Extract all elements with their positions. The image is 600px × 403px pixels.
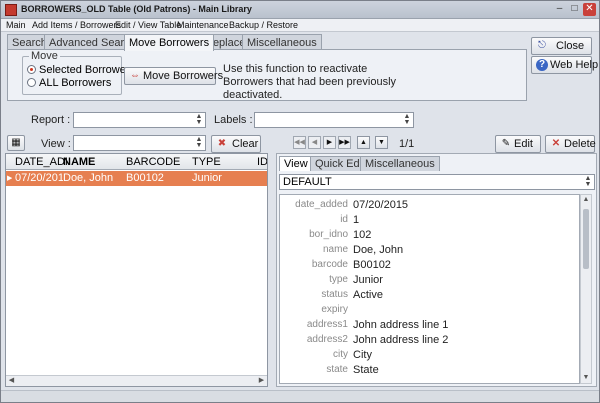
prev-record-button[interactable]: ◀ <box>308 136 321 149</box>
app-icon <box>5 4 17 16</box>
move-icon: ⇔ <box>130 70 140 81</box>
cell-name: Doe, John <box>63 172 114 184</box>
borrowers-grid: DATE_ADI NAME BARCODE TYPE ID ▶ 07/20/20… <box>5 153 268 387</box>
field-row: date_added 07/20/2015 <box>295 199 409 211</box>
column-header-type[interactable]: TYPE <box>192 156 252 168</box>
cell-date-added: 07/20/2015 <box>15 172 63 184</box>
move-group-label: Move <box>29 50 60 62</box>
first-record-button[interactable]: ◀◀ <box>293 136 306 149</box>
tab-miscellaneous[interactable]: Miscellaneous <box>242 34 322 50</box>
menu-edit-view[interactable]: Edit / View Table <box>115 20 181 30</box>
fields-vertical-scrollbar[interactable]: ▲ ▼ <box>580 194 592 384</box>
field-row: expiry <box>321 304 348 315</box>
layout-select[interactable]: DEFAULT ▲ ▼ <box>279 174 595 190</box>
field-row: address1 John address line 1 <box>306 319 449 331</box>
scroll-thumb[interactable] <box>583 209 589 269</box>
tab-detail-miscellaneous[interactable]: Miscellaneous <box>360 156 440 171</box>
exit-door-icon: ⎋ <box>538 40 546 51</box>
scroll-right-icon[interactable]: ▶ <box>256 376 267 386</box>
move-group: Move Selected Borrower ALL Borrowers <box>22 50 130 95</box>
move-borrowers-button[interactable]: ⇔ Move Borrowers <box>124 67 223 85</box>
field-row: id 1 <box>340 214 360 226</box>
updown-arrows-icon: ▲ ▼ <box>403 113 411 126</box>
row-pointer-icon: ▶ <box>7 175 13 182</box>
help-icon: ? <box>536 59 548 71</box>
scroll-down-icon[interactable]: ▼ <box>581 373 591 383</box>
menu-main[interactable]: Main <box>6 20 26 30</box>
report-select[interactable]: ▲ ▼ <box>73 112 206 128</box>
delete-button[interactable]: ✕ Delete <box>545 135 596 153</box>
tab-view[interactable]: View <box>279 156 313 171</box>
status-bar <box>1 390 599 402</box>
record-position: 1/1 <box>399 138 415 150</box>
cell-type: Junior <box>192 172 222 184</box>
field-row: city City <box>333 349 372 361</box>
labels-select[interactable]: ▲ ▼ <box>254 112 414 128</box>
edit-button[interactable]: ✎ Edit <box>495 135 541 153</box>
move-up-button[interactable]: ▲ <box>357 136 370 149</box>
delete-icon: ✕ <box>551 138 561 149</box>
edit-icon: ✎ <box>501 138 511 149</box>
last-record-button[interactable]: ▶▶ <box>338 136 351 149</box>
field-row: address2 John address line 2 <box>306 334 449 346</box>
maximize-icon[interactable]: □ <box>568 3 581 16</box>
radio-label: ALL Borrowers <box>39 77 112 89</box>
column-header-id[interactable]: ID <box>257 156 267 168</box>
record-detail-panel: View Quick Edit Miscellaneous DEFAULT ▲ ▼… <box>276 153 597 387</box>
cell-barcode: B00102 <box>126 172 164 184</box>
menu-add-items[interactable]: Add Items / Borrowers <box>32 20 121 30</box>
web-help-button[interactable]: ? Web Help <box>531 56 598 74</box>
updown-arrows-icon: ▲ ▼ <box>584 175 592 188</box>
view-select[interactable]: ▲ ▼ <box>73 135 206 151</box>
close-button[interactable]: ⎋ Close <box>531 37 592 55</box>
grid-header: DATE_ADI NAME BARCODE TYPE ID <box>6 154 267 170</box>
menu-bar: Main Add Items / Borrowers Edit / View T… <box>1 19 599 32</box>
window-title: BORROWERS_OLD Table (Old Patrons) - Main… <box>21 4 252 14</box>
updown-arrows-icon: ▲ ▼ <box>195 136 203 149</box>
close-window-icon[interactable]: ✕ <box>583 3 596 16</box>
move-description: Use this function to reactivate Borrower… <box>223 63 397 99</box>
tab-move-borrowers[interactable]: Move Borrowers <box>124 34 215 51</box>
clear-filter-icon: ✖ <box>217 138 227 149</box>
column-header-name[interactable]: NAME <box>63 156 123 168</box>
view-label: View : <box>41 138 71 150</box>
menu-backup[interactable]: Backup / Restore <box>229 20 298 30</box>
labels-label: Labels : <box>214 114 253 126</box>
field-row: bor_idno 102 <box>309 229 372 241</box>
column-header-date-added[interactable]: DATE_ADI <box>15 156 67 168</box>
field-row: barcode B00102 <box>311 259 391 271</box>
updown-arrows-icon: ▲ ▼ <box>195 113 203 126</box>
grid-horizontal-scrollbar[interactable]: ◀ ▶ <box>6 375 267 386</box>
move-down-button[interactable]: ▼ <box>375 136 388 149</box>
clear-button[interactable]: ✖ Clear <box>211 135 261 153</box>
next-record-button[interactable]: ▶ <box>323 136 336 149</box>
column-header-barcode[interactable]: BARCODE <box>126 156 186 168</box>
menu-maintenance[interactable]: Maintenance <box>177 20 229 30</box>
field-row: type Junior <box>329 274 383 286</box>
record-fields: date_added 07/20/2015 id 1 bor_idno 102 nam… <box>279 194 580 384</box>
field-row: name Doe, John <box>322 244 404 256</box>
radio-label: Selected Borrower <box>39 64 130 76</box>
title-bar: BORROWERS_OLD Table (Old Patrons) - Main… <box>1 1 599 19</box>
radio-dot <box>27 78 36 87</box>
minimize-icon[interactable]: – <box>553 3 566 16</box>
scroll-up-icon[interactable]: ▲ <box>581 195 591 205</box>
scroll-left-icon[interactable]: ◀ <box>6 376 17 386</box>
calendar-button[interactable]: ▦ <box>7 135 25 151</box>
radio-dot <box>27 65 36 74</box>
report-label: Report : <box>31 114 71 126</box>
app-window: BORROWERS_OLD Table (Old Patrons) - Main… <box>0 0 600 403</box>
layout-value: DEFAULT <box>283 176 332 188</box>
field-row: state State <box>326 364 379 376</box>
table-row[interactable]: ▶ 07/20/2015 Doe, John B00102 Junior <box>6 171 267 186</box>
field-row: status Active <box>321 289 383 301</box>
calendar-icon: ▦ <box>11 137 21 148</box>
